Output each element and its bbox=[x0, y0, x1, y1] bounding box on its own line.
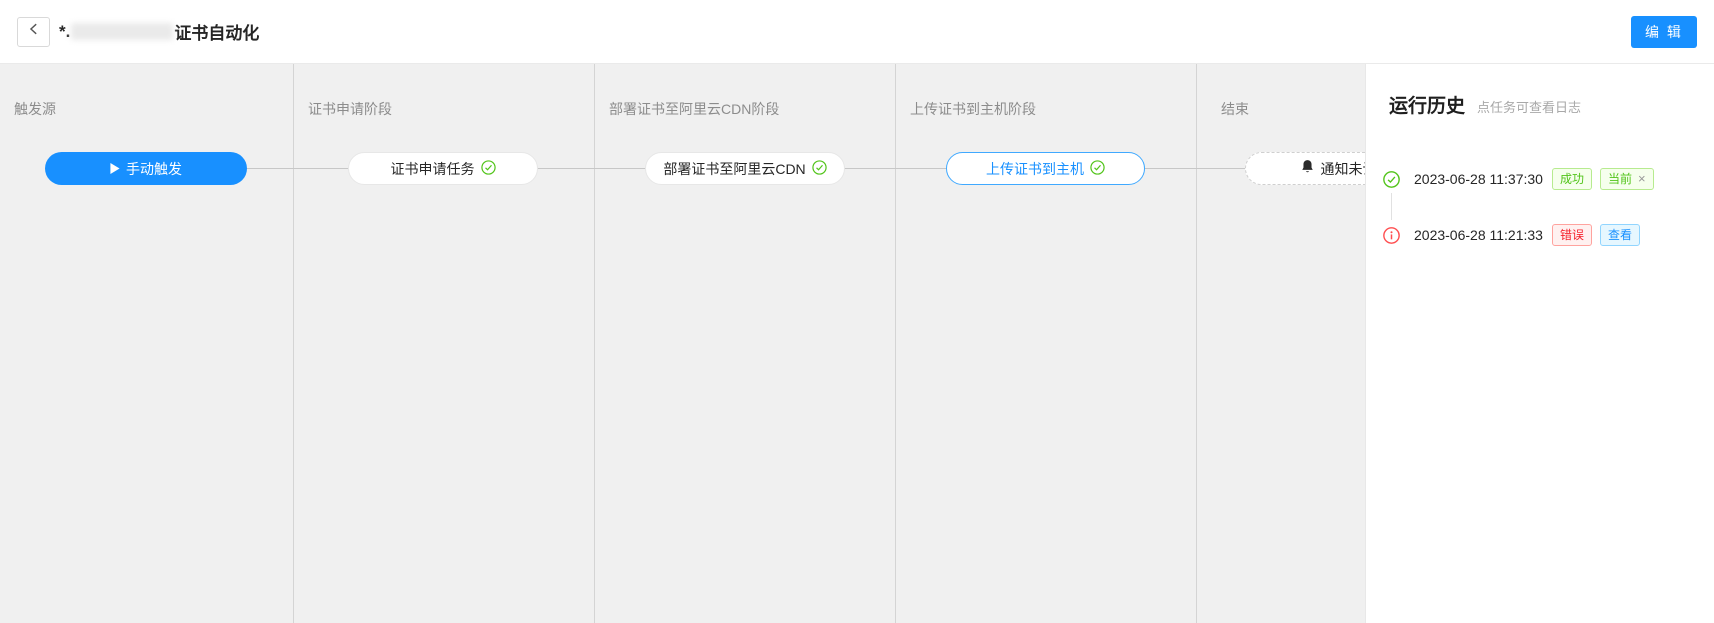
node-deploy-cdn[interactable]: 部署证书至阿里云CDN bbox=[645, 152, 845, 185]
node-manual-trigger[interactable]: 手动触发 bbox=[45, 152, 247, 185]
run-history-hint: 点任务可查看日志 bbox=[1477, 97, 1581, 116]
check-circle-icon bbox=[481, 160, 496, 178]
view-log-button[interactable]: 查看 bbox=[1600, 224, 1640, 246]
node-label: 部署证书至阿里云CDN bbox=[663, 159, 805, 179]
edit-button[interactable]: 编 辑 bbox=[1631, 16, 1697, 48]
play-icon bbox=[110, 161, 120, 177]
run-history-header: 运行历史 点任务可查看日志 bbox=[1389, 91, 1581, 118]
stage-label: 部署证书至阿里云CDN阶段 bbox=[609, 99, 895, 119]
timeline-connector-line bbox=[1391, 193, 1392, 220]
node-cert-request-task[interactable]: 证书申请任务 bbox=[348, 152, 538, 185]
page-title-suffix: 证书自动化 bbox=[174, 19, 259, 44]
status-badge-success: 成功 bbox=[1552, 168, 1592, 190]
chevron-left-icon bbox=[27, 22, 41, 41]
node-upload-host[interactable]: 上传证书到主机 bbox=[946, 152, 1145, 185]
status-badge-label: 错误 bbox=[1560, 227, 1584, 243]
run-history-row[interactable]: 2023-06-28 11:37:30 成功 当前 × bbox=[1383, 168, 1654, 190]
current-run-label: 当前 bbox=[1608, 171, 1632, 187]
current-run-tag: 当前 × bbox=[1600, 168, 1654, 190]
node-label: 手动触发 bbox=[126, 159, 182, 179]
stage-column-cert-request: 证书申请阶段 bbox=[294, 64, 595, 623]
status-badge-label: 成功 bbox=[1560, 171, 1584, 187]
top-bar: *. 证书自动化 编 辑 bbox=[0, 0, 1714, 64]
stage-label: 上传证书到主机阶段 bbox=[910, 99, 1196, 119]
check-circle-icon bbox=[1090, 160, 1105, 178]
stage-column-trigger: 触发源 bbox=[0, 64, 294, 623]
page-title: *. 证书自动化 bbox=[59, 19, 259, 44]
status-badge-error: 错误 bbox=[1552, 224, 1592, 246]
view-log-label: 查看 bbox=[1608, 227, 1632, 243]
page-title-prefix: *. bbox=[59, 22, 70, 42]
node-label: 上传证书到主机 bbox=[986, 159, 1084, 179]
stage-label: 证书申请阶段 bbox=[308, 99, 594, 119]
stage-label: 触发源 bbox=[14, 99, 293, 119]
run-history-panel: 运行历史 点任务可查看日志 2023-06-28 11:37:30 成功 当前 … bbox=[1365, 64, 1714, 623]
check-circle-icon bbox=[812, 160, 827, 178]
check-circle-icon bbox=[1383, 171, 1400, 188]
back-button[interactable] bbox=[17, 17, 50, 47]
info-circle-icon bbox=[1383, 227, 1400, 244]
redacted-domain-blur bbox=[71, 23, 173, 40]
close-icon[interactable]: × bbox=[1638, 171, 1646, 187]
run-timestamp: 2023-06-28 11:37:30 bbox=[1414, 171, 1543, 187]
stage-column-upload-host: 上传证书到主机阶段 bbox=[896, 64, 1197, 623]
bell-icon bbox=[1300, 159, 1315, 178]
node-label: 证书申请任务 bbox=[391, 159, 475, 179]
run-history-row[interactable]: 2023-06-28 11:21:33 错误 查看 bbox=[1383, 224, 1640, 246]
stage-column-deploy-cdn: 部署证书至阿里云CDN阶段 bbox=[595, 64, 896, 623]
run-history-title: 运行历史 bbox=[1389, 91, 1465, 118]
run-timestamp: 2023-06-28 11:21:33 bbox=[1414, 227, 1543, 243]
